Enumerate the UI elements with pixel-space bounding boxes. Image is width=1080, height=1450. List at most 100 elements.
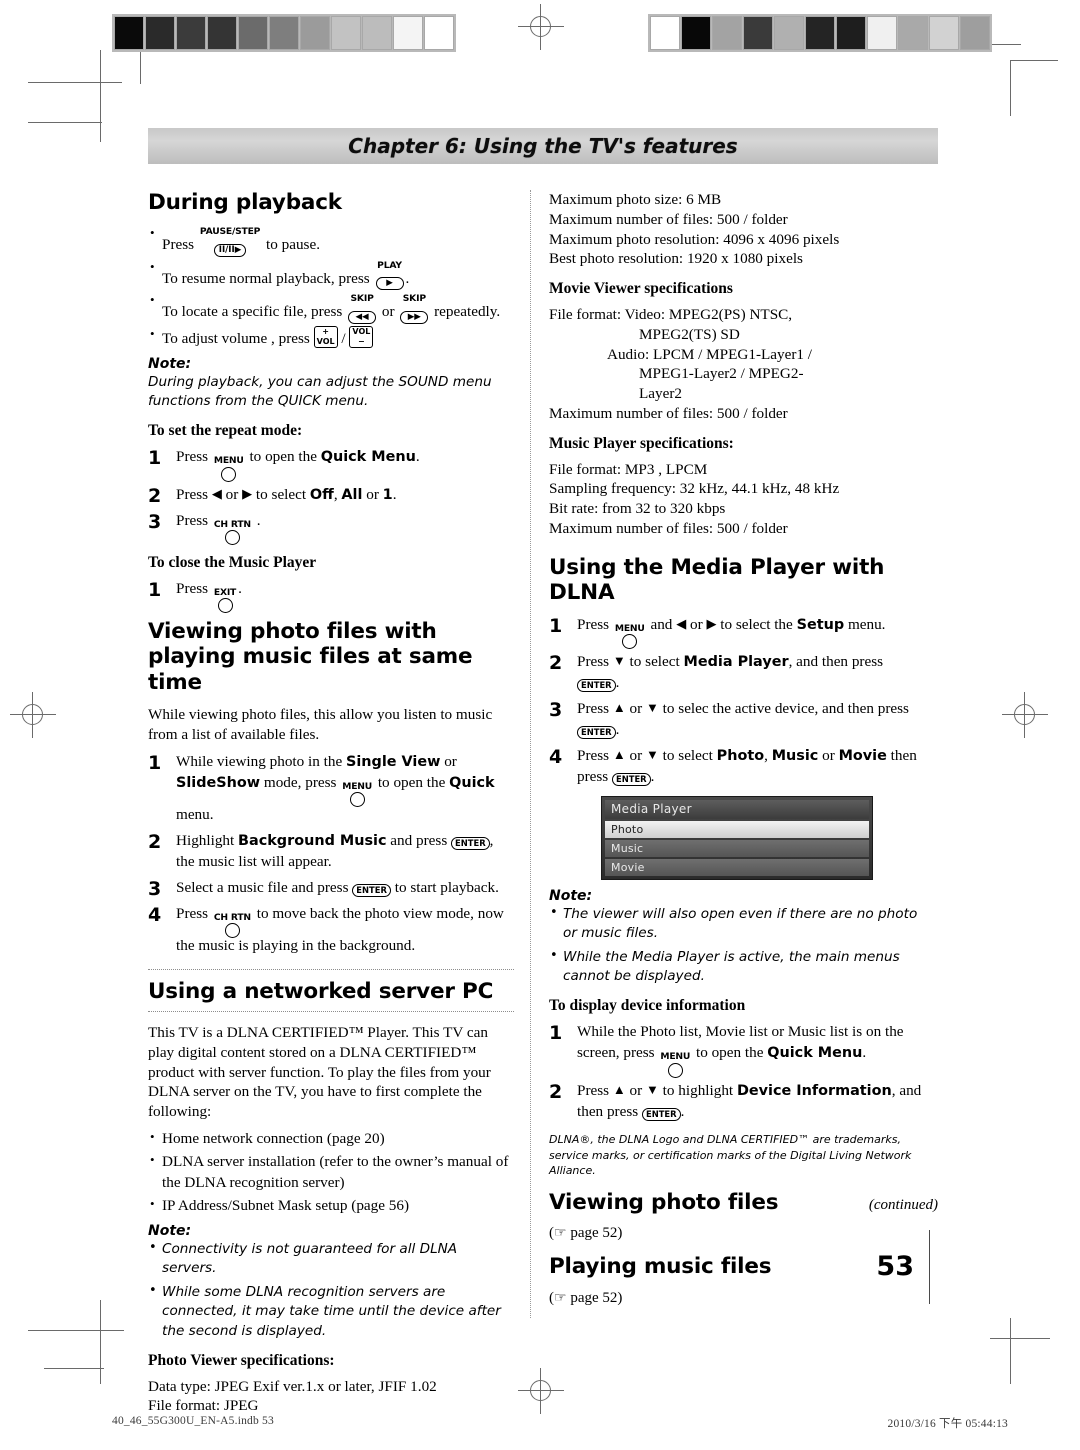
calibration-swatch-4 (774, 16, 804, 50)
step-text-2: and press (390, 831, 448, 849)
menu-key-glyph (667, 1062, 683, 1078)
step-text-2: or (629, 700, 643, 718)
left-column: During playback Press PAUSE/STEP II/II▶ … (148, 190, 530, 1414)
arrow-up-icon: ▲ (612, 700, 626, 716)
pageref-text: page 52 (570, 1225, 618, 1242)
step-text-2: and (650, 616, 673, 634)
repeat-mode-steps: 1 Press MENU to open the Quick Menu. 2 P… (148, 447, 514, 545)
crop-mark-bottom-left-h (28, 1330, 124, 1331)
step-number: 4 (148, 903, 162, 926)
step-text-3: . (862, 1044, 867, 1062)
skip-back-key: SKIP ◀◀ (348, 294, 377, 325)
pageref-text: page 52 (570, 1289, 618, 1306)
calibration-swatch-2 (712, 16, 742, 50)
menu-key: MENU (214, 456, 244, 482)
dlna-trademark-notice: DLNA®, the DLNA Logo and DLNA CERTIFIED™… (549, 1133, 912, 1177)
calibration-swatch-7 (867, 16, 897, 50)
calibration-swatch-3 (207, 16, 237, 50)
imprint-timestamp: 2010/3/16 下午 05:44:13 (887, 1418, 1008, 1430)
device-info-step-1: 1 While the Photo list, Movie list or Mu… (549, 1022, 922, 1078)
arrow-up-icon: ▲ (612, 747, 626, 763)
calibration-swatch-8 (362, 16, 392, 50)
bullet-play-post: . (405, 270, 410, 288)
step-text: Press (577, 653, 610, 671)
viewing-photo-steps: 1 While viewing photo in the Single View… (148, 752, 514, 957)
step-text-3: to highlight (662, 1081, 734, 1099)
step-text-4: to select the (720, 616, 793, 634)
step-text-2: or (629, 747, 643, 765)
photo-spec-line: File format: JPEG (148, 1397, 259, 1415)
media-player-item-music[interactable]: Music (605, 840, 869, 858)
step-bold-music: Music (771, 748, 819, 765)
bullet-skip-mid: or (381, 303, 395, 321)
calibration-swatch-5 (805, 16, 835, 50)
networked-server-notes: Connectivity is not guaranteed for all D… (148, 1239, 514, 1340)
step-bold-slideshow: SlideShow (176, 774, 261, 791)
heading-during-playback: During playback (148, 190, 342, 215)
ch-rtn-key: CH RTN (214, 519, 251, 545)
heading-repeat-mode: To set the repeat mode: (148, 422, 303, 440)
crop-mark-bottom-right-h (990, 1338, 1050, 1339)
ch-rtn-key-glyph (224, 529, 240, 545)
step-text-3: , and then press (788, 653, 884, 671)
calibration-strip-right (648, 14, 992, 52)
calibration-swatch-10 (424, 16, 454, 50)
note-text-playback: During playback, you can adjust the SOUN… (148, 374, 492, 410)
media-player-item-movie[interactable]: Movie (605, 859, 869, 877)
music-spec-line: Bit rate: from 32 to 320 kbps (549, 500, 726, 517)
menu-key-glyph (622, 634, 638, 650)
ch-rtn-key-label: CH RTN (213, 911, 251, 923)
hand-pointer-icon: ☞ (554, 1226, 567, 1242)
pause-step-key-glyph: II/II▶ (213, 243, 247, 257)
skip-fwd-key-label: SKIP (402, 293, 426, 305)
bullet-volume: To adjust volume , press +VOL / VOL− (148, 325, 514, 349)
viewing-step-3: 3 Select a music file and press ENTER to… (148, 878, 514, 900)
step-text-3: to selec the active device, and then pre… (662, 700, 909, 718)
step-number: 4 (549, 746, 563, 769)
step-text-2: or (225, 485, 239, 503)
step-bold-photo: Photo (716, 748, 765, 765)
step-text: Select a music file and press (176, 878, 349, 896)
step-text-2: to select (629, 653, 680, 671)
note-label-server: Note: (148, 1223, 192, 1240)
bullet-skip-post: repeatedly. (434, 303, 501, 321)
heading-photo-viewer-specs: Photo Viewer specifications: (148, 1351, 335, 1369)
bullet-play: To resume normal playback, press PLAY ▶ … (148, 258, 514, 292)
step-text-3: mode, press (263, 773, 337, 791)
enter-key-glyph: ENTER (577, 679, 616, 693)
folio-rule (929, 1230, 930, 1304)
list-item: While the Media Player is active, the ma… (549, 947, 922, 986)
step-number: 3 (549, 699, 563, 722)
step-text: Press (577, 1081, 610, 1099)
step-bold-quick-menu: Quick Menu (767, 1045, 863, 1062)
note-label-dlna: Note: (549, 888, 593, 905)
bullet-play-pre: To resume normal playback, press (162, 270, 370, 288)
calibration-swatch-0 (650, 16, 680, 50)
arrow-down-icon: ▼ (646, 747, 659, 763)
bullet-pause: Press PAUSE/STEP II/II▶ to pause. (148, 224, 514, 257)
imprint-filename: 40_46_55G300U_EN-A5.indb 53 (112, 1415, 274, 1427)
list-item: The viewer will also open even if there … (549, 904, 922, 943)
play-key-glyph: ▶ (375, 277, 404, 291)
crop-mark-bottom-left-v (100, 1300, 101, 1384)
menu-key-glyph (221, 466, 237, 482)
heading-device-information: To display device information (549, 997, 746, 1015)
skip-fwd-key: SKIP ▶▶ (400, 293, 429, 325)
step-text-2: or (444, 752, 457, 770)
repeat-step-1: 1 Press MENU to open the Quick Menu. (148, 447, 514, 482)
enter-key-glyph: ENTER (612, 773, 651, 787)
enter-key-glyph: ENTER (451, 836, 490, 850)
step-text-2: to open the (249, 448, 317, 466)
media-player-item-photo[interactable]: Photo (605, 821, 869, 839)
step-text: Press (176, 448, 209, 466)
photo-spec-continued-line: Best photo resolution: 1920 x 1080 pixel… (549, 250, 803, 268)
networked-server-bullets: Home network connection (page 20) DLNA s… (148, 1128, 514, 1216)
viewing-step-4: 4 Press CH RTN to move back the photo vi… (148, 904, 514, 957)
repeat-step-3: 3 Press CH RTN . (148, 511, 514, 545)
pause-step-key-label: PAUSE/STEP (199, 226, 261, 238)
photo-spec-line: Data type: JPEG Exif ver.1.x or later, J… (148, 1377, 437, 1395)
close-step-1: 1 Press EXIT . (148, 579, 514, 614)
enter-key-glyph: ENTER (352, 883, 391, 897)
play-key: PLAY ▶ (375, 261, 404, 292)
step-number: 2 (549, 652, 563, 675)
